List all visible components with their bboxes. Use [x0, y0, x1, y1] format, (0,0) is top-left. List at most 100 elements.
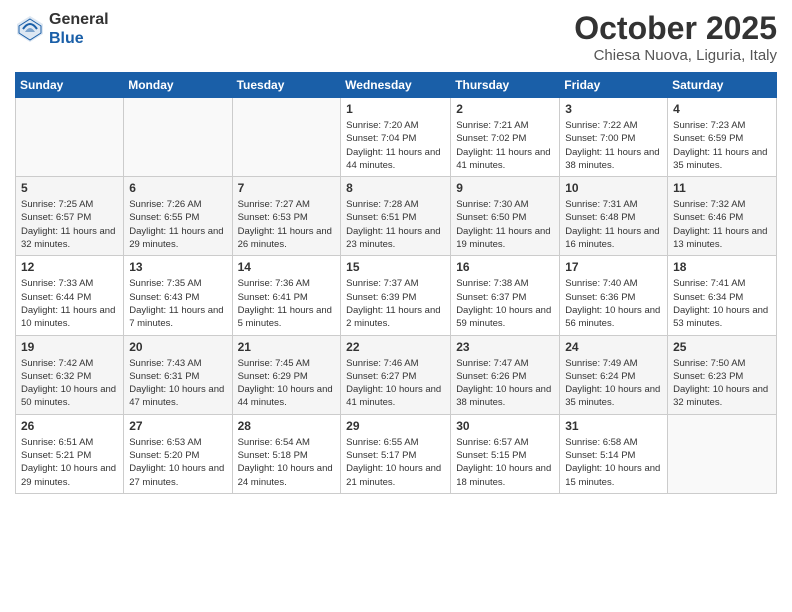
- day-number: 29: [346, 419, 445, 433]
- calendar-cell: 21Sunrise: 7:45 AM Sunset: 6:29 PM Dayli…: [232, 335, 341, 414]
- day-info: Sunrise: 7:25 AM Sunset: 6:57 PM Dayligh…: [21, 198, 118, 251]
- day-info: Sunrise: 7:31 AM Sunset: 6:48 PM Dayligh…: [565, 198, 662, 251]
- day-info: Sunrise: 7:32 AM Sunset: 6:46 PM Dayligh…: [673, 198, 771, 251]
- day-number: 15: [346, 260, 445, 274]
- day-number: 2: [456, 102, 554, 116]
- day-number: 12: [21, 260, 118, 274]
- day-number: 1: [346, 102, 445, 116]
- day-number: 8: [346, 181, 445, 195]
- weekday-header-row: Sunday Monday Tuesday Wednesday Thursday…: [16, 73, 777, 98]
- day-info: Sunrise: 7:36 AM Sunset: 6:41 PM Dayligh…: [238, 277, 336, 330]
- day-info: Sunrise: 7:35 AM Sunset: 6:43 PM Dayligh…: [129, 277, 226, 330]
- calendar-cell: [232, 98, 341, 177]
- header-tuesday: Tuesday: [232, 73, 341, 98]
- location-subtitle: Chiesa Nuova, Liguria, Italy: [574, 47, 777, 64]
- day-info: Sunrise: 6:55 AM Sunset: 5:17 PM Dayligh…: [346, 436, 445, 489]
- day-number: 27: [129, 419, 226, 433]
- day-number: 31: [565, 419, 662, 433]
- calendar-cell: 23Sunrise: 7:47 AM Sunset: 6:26 PM Dayli…: [451, 335, 560, 414]
- day-info: Sunrise: 7:38 AM Sunset: 6:37 PM Dayligh…: [456, 277, 554, 330]
- day-number: 17: [565, 260, 662, 274]
- calendar-cell: 20Sunrise: 7:43 AM Sunset: 6:31 PM Dayli…: [124, 335, 232, 414]
- day-number: 11: [673, 181, 771, 195]
- day-number: 21: [238, 340, 336, 354]
- title-block: October 2025 Chiesa Nuova, Liguria, Ital…: [574, 10, 777, 64]
- day-number: 6: [129, 181, 226, 195]
- logo-blue-text: Blue: [49, 29, 109, 48]
- calendar-cell: 1 Sunrise: 7:20 AM Sunset: 7:04 PM Daylig…: [341, 98, 451, 177]
- day-number: 5: [21, 181, 118, 195]
- calendar-cell: 18 Sunrise: 7:41 AM Sunset: 6:34 PM Dayli…: [668, 256, 777, 335]
- header-saturday: Saturday: [668, 73, 777, 98]
- day-info: Sunrise: 6:51 AM Sunset: 5:21 PM Dayligh…: [21, 436, 118, 489]
- calendar-cell: 13 Sunrise: 7:35 AM Sunset: 6:43 PM Dayli…: [124, 256, 232, 335]
- calendar-cell: 29 Sunrise: 6:55 AM Sunset: 5:17 PM Dayli…: [341, 414, 451, 493]
- calendar-cell: 19Sunrise: 7:42 AM Sunset: 6:32 PM Dayli…: [16, 335, 124, 414]
- day-info: Sunrise: 7:21 AM Sunset: 7:02 PM Dayligh…: [456, 119, 554, 172]
- day-info: Sunrise: 6:58 AM Sunset: 5:14 PM Dayligh…: [565, 436, 662, 489]
- calendar-cell: 6 Sunrise: 7:26 AM Sunset: 6:55 PM Daylig…: [124, 177, 232, 256]
- day-number: 23: [456, 340, 554, 354]
- day-info: Sunrise: 7:22 AM Sunset: 7:00 PM Dayligh…: [565, 119, 662, 172]
- day-number: 20: [129, 340, 226, 354]
- header-monday: Monday: [124, 73, 232, 98]
- day-info: Sunrise: 7:41 AM Sunset: 6:34 PM Dayligh…: [673, 277, 771, 330]
- day-number: 14: [238, 260, 336, 274]
- calendar-cell: 27 Sunrise: 6:53 AM Sunset: 5:20 PM Dayli…: [124, 414, 232, 493]
- day-info: Sunrise: 7:30 AM Sunset: 6:50 PM Dayligh…: [456, 198, 554, 251]
- day-number: 4: [673, 102, 771, 116]
- calendar-week-row-2: 5 Sunrise: 7:25 AM Sunset: 6:57 PM Daylig…: [16, 177, 777, 256]
- calendar-week-row-5: 26 Sunrise: 6:51 AM Sunset: 5:21 PM Dayli…: [16, 414, 777, 493]
- page: General Blue October 2025 Chiesa Nuova, …: [0, 0, 792, 509]
- day-number: 18: [673, 260, 771, 274]
- day-info: Sunrise: 7:20 AM Sunset: 7:04 PM Dayligh…: [346, 119, 445, 172]
- day-number: 25: [673, 340, 771, 354]
- calendar-table: Sunday Monday Tuesday Wednesday Thursday…: [15, 72, 777, 494]
- calendar-cell: 11 Sunrise: 7:32 AM Sunset: 6:46 PM Dayli…: [668, 177, 777, 256]
- calendar-cell: 4 Sunrise: 7:23 AM Sunset: 6:59 PM Daylig…: [668, 98, 777, 177]
- calendar-cell: 5 Sunrise: 7:25 AM Sunset: 6:57 PM Daylig…: [16, 177, 124, 256]
- calendar-cell: 31 Sunrise: 6:58 AM Sunset: 5:14 PM Dayli…: [560, 414, 668, 493]
- day-info: Sunrise: 7:42 AM Sunset: 6:32 PM Dayligh…: [21, 357, 118, 410]
- day-number: 26: [21, 419, 118, 433]
- calendar-cell: 10 Sunrise: 7:31 AM Sunset: 6:48 PM Dayli…: [560, 177, 668, 256]
- day-info: Sunrise: 7:37 AM Sunset: 6:39 PM Dayligh…: [346, 277, 445, 330]
- logo-text: General Blue: [49, 10, 109, 48]
- day-number: 10: [565, 181, 662, 195]
- day-number: 16: [456, 260, 554, 274]
- day-number: 3: [565, 102, 662, 116]
- day-number: 30: [456, 419, 554, 433]
- day-info: Sunrise: 7:49 AM Sunset: 6:24 PM Dayligh…: [565, 357, 662, 410]
- logo-general-text: General: [49, 10, 109, 29]
- calendar-cell: 25 Sunrise: 7:50 AM Sunset: 6:23 PM Dayli…: [668, 335, 777, 414]
- day-info: Sunrise: 7:27 AM Sunset: 6:53 PM Dayligh…: [238, 198, 336, 251]
- header-friday: Friday: [560, 73, 668, 98]
- calendar-cell: 3 Sunrise: 7:22 AM Sunset: 7:00 PM Daylig…: [560, 98, 668, 177]
- calendar-cell: 30 Sunrise: 6:57 AM Sunset: 5:15 PM Dayli…: [451, 414, 560, 493]
- calendar-cell: 8Sunrise: 7:28 AM Sunset: 6:51 PM Daylig…: [341, 177, 451, 256]
- day-info: Sunrise: 7:50 AM Sunset: 6:23 PM Dayligh…: [673, 357, 771, 410]
- header-wednesday: Wednesday: [341, 73, 451, 98]
- calendar-cell: [668, 414, 777, 493]
- calendar-cell: 14 Sunrise: 7:36 AM Sunset: 6:41 PM Dayli…: [232, 256, 341, 335]
- header-thursday: Thursday: [451, 73, 560, 98]
- calendar-week-row-3: 12Sunrise: 7:33 AM Sunset: 6:44 PM Dayli…: [16, 256, 777, 335]
- calendar-cell: 28 Sunrise: 6:54 AM Sunset: 5:18 PM Dayli…: [232, 414, 341, 493]
- day-info: Sunrise: 6:57 AM Sunset: 5:15 PM Dayligh…: [456, 436, 554, 489]
- day-number: 28: [238, 419, 336, 433]
- calendar-cell: 22Sunrise: 7:46 AM Sunset: 6:27 PM Dayli…: [341, 335, 451, 414]
- day-info: Sunrise: 6:53 AM Sunset: 5:20 PM Dayligh…: [129, 436, 226, 489]
- calendar-cell: 24Sunrise: 7:49 AM Sunset: 6:24 PM Dayli…: [560, 335, 668, 414]
- day-info: Sunrise: 6:54 AM Sunset: 5:18 PM Dayligh…: [238, 436, 336, 489]
- day-number: 13: [129, 260, 226, 274]
- calendar-cell: 15 Sunrise: 7:37 AM Sunset: 6:39 PM Dayli…: [341, 256, 451, 335]
- calendar-cell: 7 Sunrise: 7:27 AM Sunset: 6:53 PM Daylig…: [232, 177, 341, 256]
- calendar-week-row-1: 1 Sunrise: 7:20 AM Sunset: 7:04 PM Daylig…: [16, 98, 777, 177]
- day-info: Sunrise: 7:23 AM Sunset: 6:59 PM Dayligh…: [673, 119, 771, 172]
- day-number: 7: [238, 181, 336, 195]
- calendar-cell: 9Sunrise: 7:30 AM Sunset: 6:50 PM Daylig…: [451, 177, 560, 256]
- calendar-cell: [16, 98, 124, 177]
- calendar-cell: 12Sunrise: 7:33 AM Sunset: 6:44 PM Dayli…: [16, 256, 124, 335]
- day-info: Sunrise: 7:26 AM Sunset: 6:55 PM Dayligh…: [129, 198, 226, 251]
- calendar-cell: [124, 98, 232, 177]
